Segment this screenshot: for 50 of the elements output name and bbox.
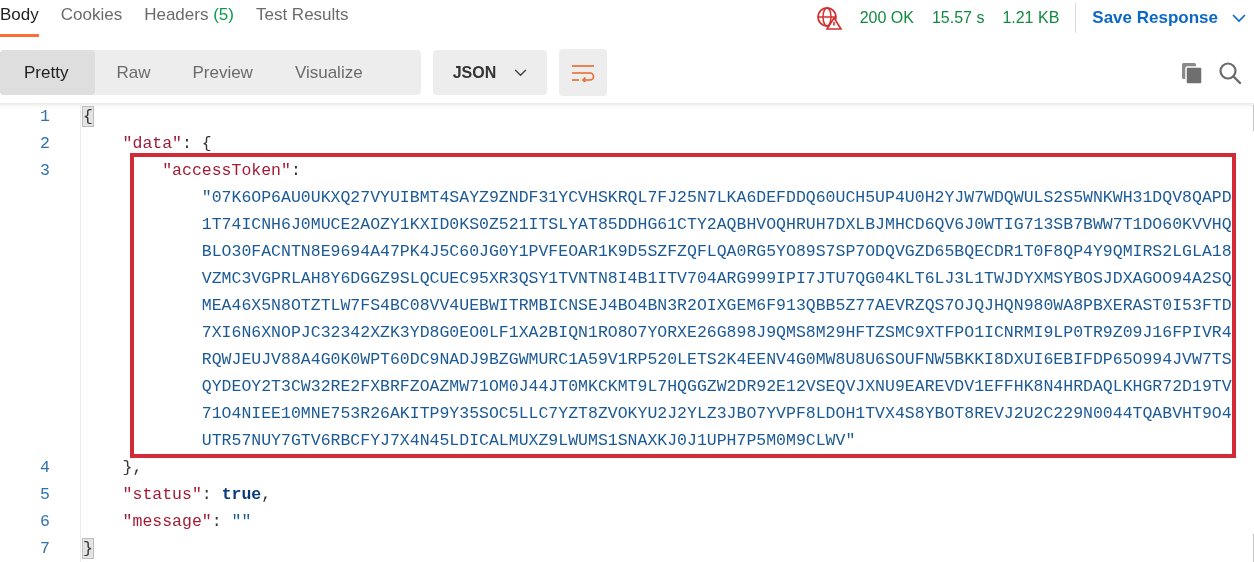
view-tab[interactable]: Preview <box>171 50 274 95</box>
line-number: 3 <box>39 160 51 182</box>
line-number: 2 <box>39 133 51 155</box>
status-code: 200 OK <box>859 9 914 27</box>
line-number: 5 <box>39 484 51 506</box>
format-select[interactable]: JSON <box>433 50 547 95</box>
json-punctuation: }, <box>122 458 143 477</box>
line-number: 4 <box>39 457 51 479</box>
json-string: "" <box>231 512 252 531</box>
globe-warning-icon <box>815 6 842 30</box>
json-key: "data" <box>122 134 182 153</box>
line-number: 7 <box>39 538 51 560</box>
json-string: RQWJEUJV88A4G0K0WPT60DC9NADJ9BZGWMURC1A59V1RP520LETS2K4EENV4G0MW8U8U6SOUFNW5BKKI8DXUI6EBIFDP65O994JVW7TS <box>201 350 1232 369</box>
wrap-lines-icon <box>571 63 595 82</box>
json-string: 71O4NIEE10MNE753R26AKITP9Y35SOC5LLC7YZT8ZVOKYU2J2YLZ3JBO7YVPF8LDOH1TVX4S8YBOT8REVJ2U2C229N0044TQABVHT9O4 <box>201 404 1232 423</box>
json-string: VZMC3VGPRLAH8Y6DGGZ9SLQCUEC95XR3QSY1TVNTN8I4B1ITV704ARG999IPI7JTU7QG04KLT6LJ3L1TWJDYXMSYBOSJDXAGOO94A2SQ <box>201 269 1232 288</box>
response-tab[interactable]: Body <box>0 0 39 37</box>
response-tab[interactable]: Headers (5) <box>144 0 234 37</box>
json-string: BLO30FACNTN8E9694A47PK4J5C60JG0Y1PVFEOAR1K9D5SZFZQFLQA0RG5YO89S7SP7ODQVGZD65BQECDR1T0F8QP4Y9QMIRS2LGLA18 <box>201 242 1232 261</box>
view-tab[interactable]: Visualize <box>273 50 384 95</box>
view-tab[interactable]: Pretty <box>0 50 96 95</box>
json-key: "message" <box>122 512 212 531</box>
save-response-button[interactable]: Save Response <box>1092 4 1246 32</box>
json-punctuation: : <box>290 161 301 180</box>
line-number: 1 <box>39 106 51 128</box>
json-punctuation: { <box>83 107 93 126</box>
json-punctuation: : <box>201 485 213 504</box>
json-string: 1T74ICNH6J0MUCE2AOZY1KXID0KS0Z521ITSLYAT85DDHG61CTY2AQBHVOQHRUH7DXLBJMHCD6QV6J0WTIG713SB7BWW7T1DO60KVVHQ <box>201 215 1232 234</box>
copy-icon[interactable] <box>1180 60 1204 85</box>
view-tab[interactable]: Raw <box>95 50 172 95</box>
json-punctuation: } <box>83 539 93 558</box>
json-punctuation: : { <box>182 134 212 153</box>
json-string: "07K6OP6AU0UKXQ27VYUIBMT4SAYZ9ZNDF31YCVHSKRQL7FJ25N7LKA6DEFDDQ60UCH5UP4U0H2YJW7WDQWULS2S5WNKWH31DQV8QAPD <box>201 188 1232 207</box>
json-key: "status" <box>122 485 202 504</box>
json-punctuation: : <box>211 512 223 531</box>
chevron-down-icon <box>1232 13 1246 23</box>
json-boolean: true <box>221 485 262 504</box>
chevron-down-icon <box>514 68 528 77</box>
json-punctuation: , <box>261 485 272 504</box>
search-icon[interactable] <box>1218 60 1242 85</box>
json-string: UTR57NUY7GTV6RBCFYJ7X4N45LDICALMUXZ9LWUMS1SNAXKJ0J1UPH7P5M0M9CLWV" <box>201 431 856 450</box>
json-string: 7XI6N6XNOPJC32342XZK3YD8G0EO0LF1XA2BIQN1RO8O7YORXE26G898J9QMS8M29HFTZSMC9XTFPO1ICNRMI9LP0TR9Z09J16FPIVR4 <box>201 323 1232 342</box>
response-size: 1.21 KB <box>1002 9 1060 27</box>
json-string: MEA46X5N8OTZTLW7FS4BC08VV4UEBWITRMBICNSEJ4BO4BN3R2OIXGEM6F913QBB5Z77AEVRZQS7OJQJHQN980WA8PBXERAST0I53FTD <box>201 296 1232 315</box>
json-key: "accessToken" <box>162 161 291 180</box>
response-time: 15.57 s <box>931 9 985 27</box>
json-string: QYDEOY2T3CW32RE2FXBRFZOAZMW71OM0J44JT0MKCKMT9L7HQGGZW2DR92E12VSEQVJXNU9EAREVDV1EFFHK8N4HRDAQLKHGR72D19TV <box>201 377 1232 396</box>
response-tab[interactable]: Cookies <box>60 0 123 37</box>
response-tab[interactable]: Test Results <box>255 0 349 37</box>
line-number: 6 <box>39 511 51 533</box>
